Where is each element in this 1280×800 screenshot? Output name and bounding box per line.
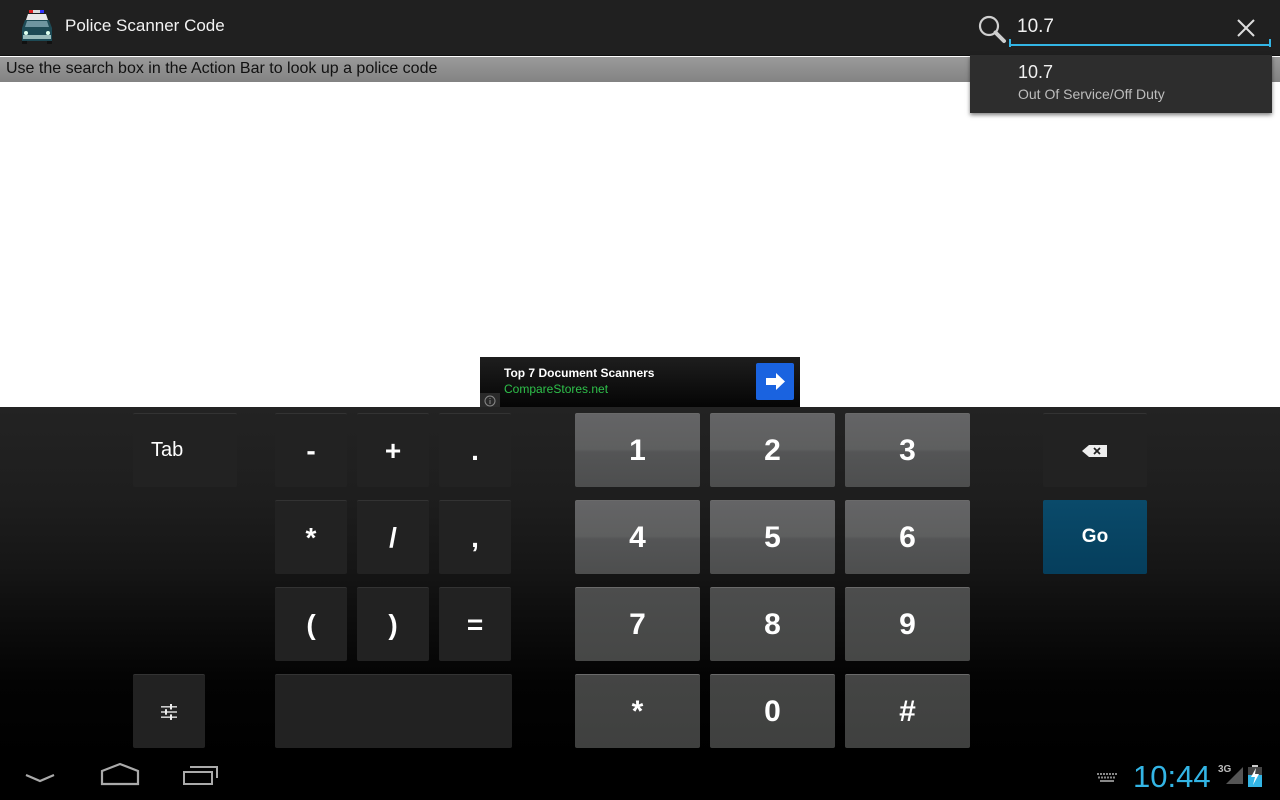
ad-url: CompareStores.net: [504, 382, 609, 396]
back-button[interactable]: [20, 760, 62, 800]
key-asterisk[interactable]: *: [275, 500, 347, 574]
ad-go-button[interactable]: [756, 363, 794, 400]
key-comma[interactable]: ,: [439, 500, 511, 574]
info-icon: [484, 395, 496, 407]
key-star[interactable]: *: [575, 674, 700, 748]
key-6[interactable]: 6: [845, 500, 970, 574]
key-period[interactable]: .: [439, 413, 511, 487]
key-plus[interactable]: +: [357, 413, 429, 487]
suggestion-item[interactable]: 10.7 Out Of Service/Off Duty: [970, 55, 1272, 113]
key-settings[interactable]: [133, 674, 205, 748]
status-clock: 10:44: [1133, 759, 1211, 794]
suggestion-description: Out Of Service/Off Duty: [1018, 86, 1165, 102]
key-2[interactable]: 2: [710, 413, 835, 487]
recent-apps-icon: [183, 766, 218, 785]
ad-banner[interactable]: Top 7 Document Scanners CompareStores.ne…: [480, 357, 800, 407]
settings-sliders-icon: [161, 703, 177, 720]
keyboard-icon: [1097, 773, 1117, 782]
key-9[interactable]: 9: [845, 587, 970, 661]
key-8[interactable]: 8: [710, 587, 835, 661]
search-underline-right: [1269, 39, 1271, 47]
key-open-paren[interactable]: (: [275, 587, 347, 661]
clear-search-icon[interactable]: [1232, 14, 1260, 42]
navigation-bar: [0, 760, 1280, 800]
ad-title: Top 7 Document Scanners: [504, 366, 655, 380]
key-4[interactable]: 4: [575, 500, 700, 574]
key-hash[interactable]: #: [845, 674, 970, 748]
search-suggestions: 10.7 Out Of Service/Off Duty: [970, 55, 1272, 113]
key-7[interactable]: 7: [575, 587, 700, 661]
back-chevron-icon: [25, 773, 55, 783]
battery-charging-icon: [1248, 765, 1262, 787]
key-minus[interactable]: -: [275, 413, 347, 487]
home-button[interactable]: [98, 760, 142, 800]
key-3[interactable]: 3: [845, 413, 970, 487]
key-backspace[interactable]: [1043, 413, 1147, 487]
key-equals[interactable]: =: [439, 587, 511, 661]
action-bar: Police Scanner Code: [0, 0, 1280, 56]
ad-info-button[interactable]: [480, 393, 500, 407]
app-title: Police Scanner Code: [65, 16, 225, 35]
key-go[interactable]: Go: [1043, 500, 1147, 574]
home-icon: [100, 762, 140, 786]
key-tab[interactable]: Tab: [133, 413, 237, 487]
key-space[interactable]: [275, 674, 512, 748]
key-0[interactable]: 0: [710, 674, 835, 748]
backspace-icon: [1082, 444, 1107, 457]
key-5[interactable]: 5: [710, 500, 835, 574]
suggestion-code: 10.7: [1018, 62, 1054, 82]
key-1[interactable]: 1: [575, 413, 700, 487]
search-icon[interactable]: [977, 14, 1007, 44]
signal-icon: [1226, 767, 1243, 784]
key-slash[interactable]: /: [357, 500, 429, 574]
hint-text: Use the search box in the Action Bar to …: [6, 60, 438, 77]
search-underline-left: [1009, 39, 1011, 47]
numeric-keyboard: Tab - + . * / , ( ) = 1 2 3 4 5 6 7 8 9 …: [0, 407, 1280, 760]
screen: Police Scanner Code Use the search box i…: [0, 0, 1280, 800]
arrow-right-icon: [766, 373, 785, 390]
recent-apps-button[interactable]: [180, 760, 222, 800]
police-car-icon: [22, 10, 52, 44]
key-close-paren[interactable]: ): [357, 587, 429, 661]
